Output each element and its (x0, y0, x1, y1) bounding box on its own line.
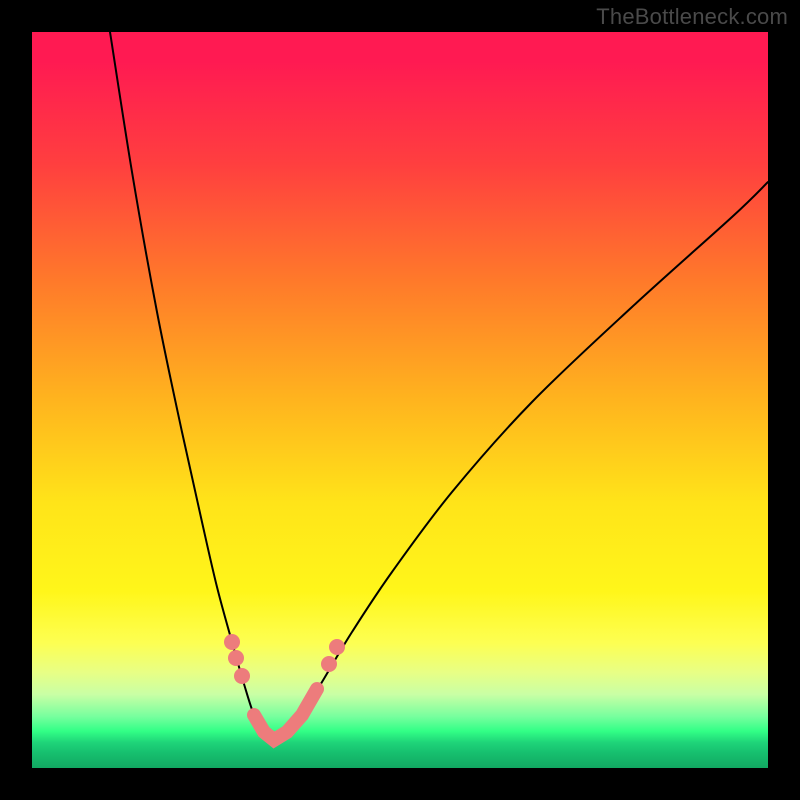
curve-svg (32, 32, 768, 768)
plot-area (32, 32, 768, 768)
marker-dot (329, 639, 345, 655)
bottleneck-curve (110, 32, 768, 740)
chart-frame: TheBottleneck.com (0, 0, 800, 800)
watermark-label: TheBottleneck.com (596, 4, 788, 30)
marker-dot (224, 634, 240, 650)
marker-group (224, 634, 345, 740)
marker-dot (234, 668, 250, 684)
marker-blob (254, 689, 317, 740)
marker-dot (321, 656, 337, 672)
marker-dot (228, 650, 244, 666)
